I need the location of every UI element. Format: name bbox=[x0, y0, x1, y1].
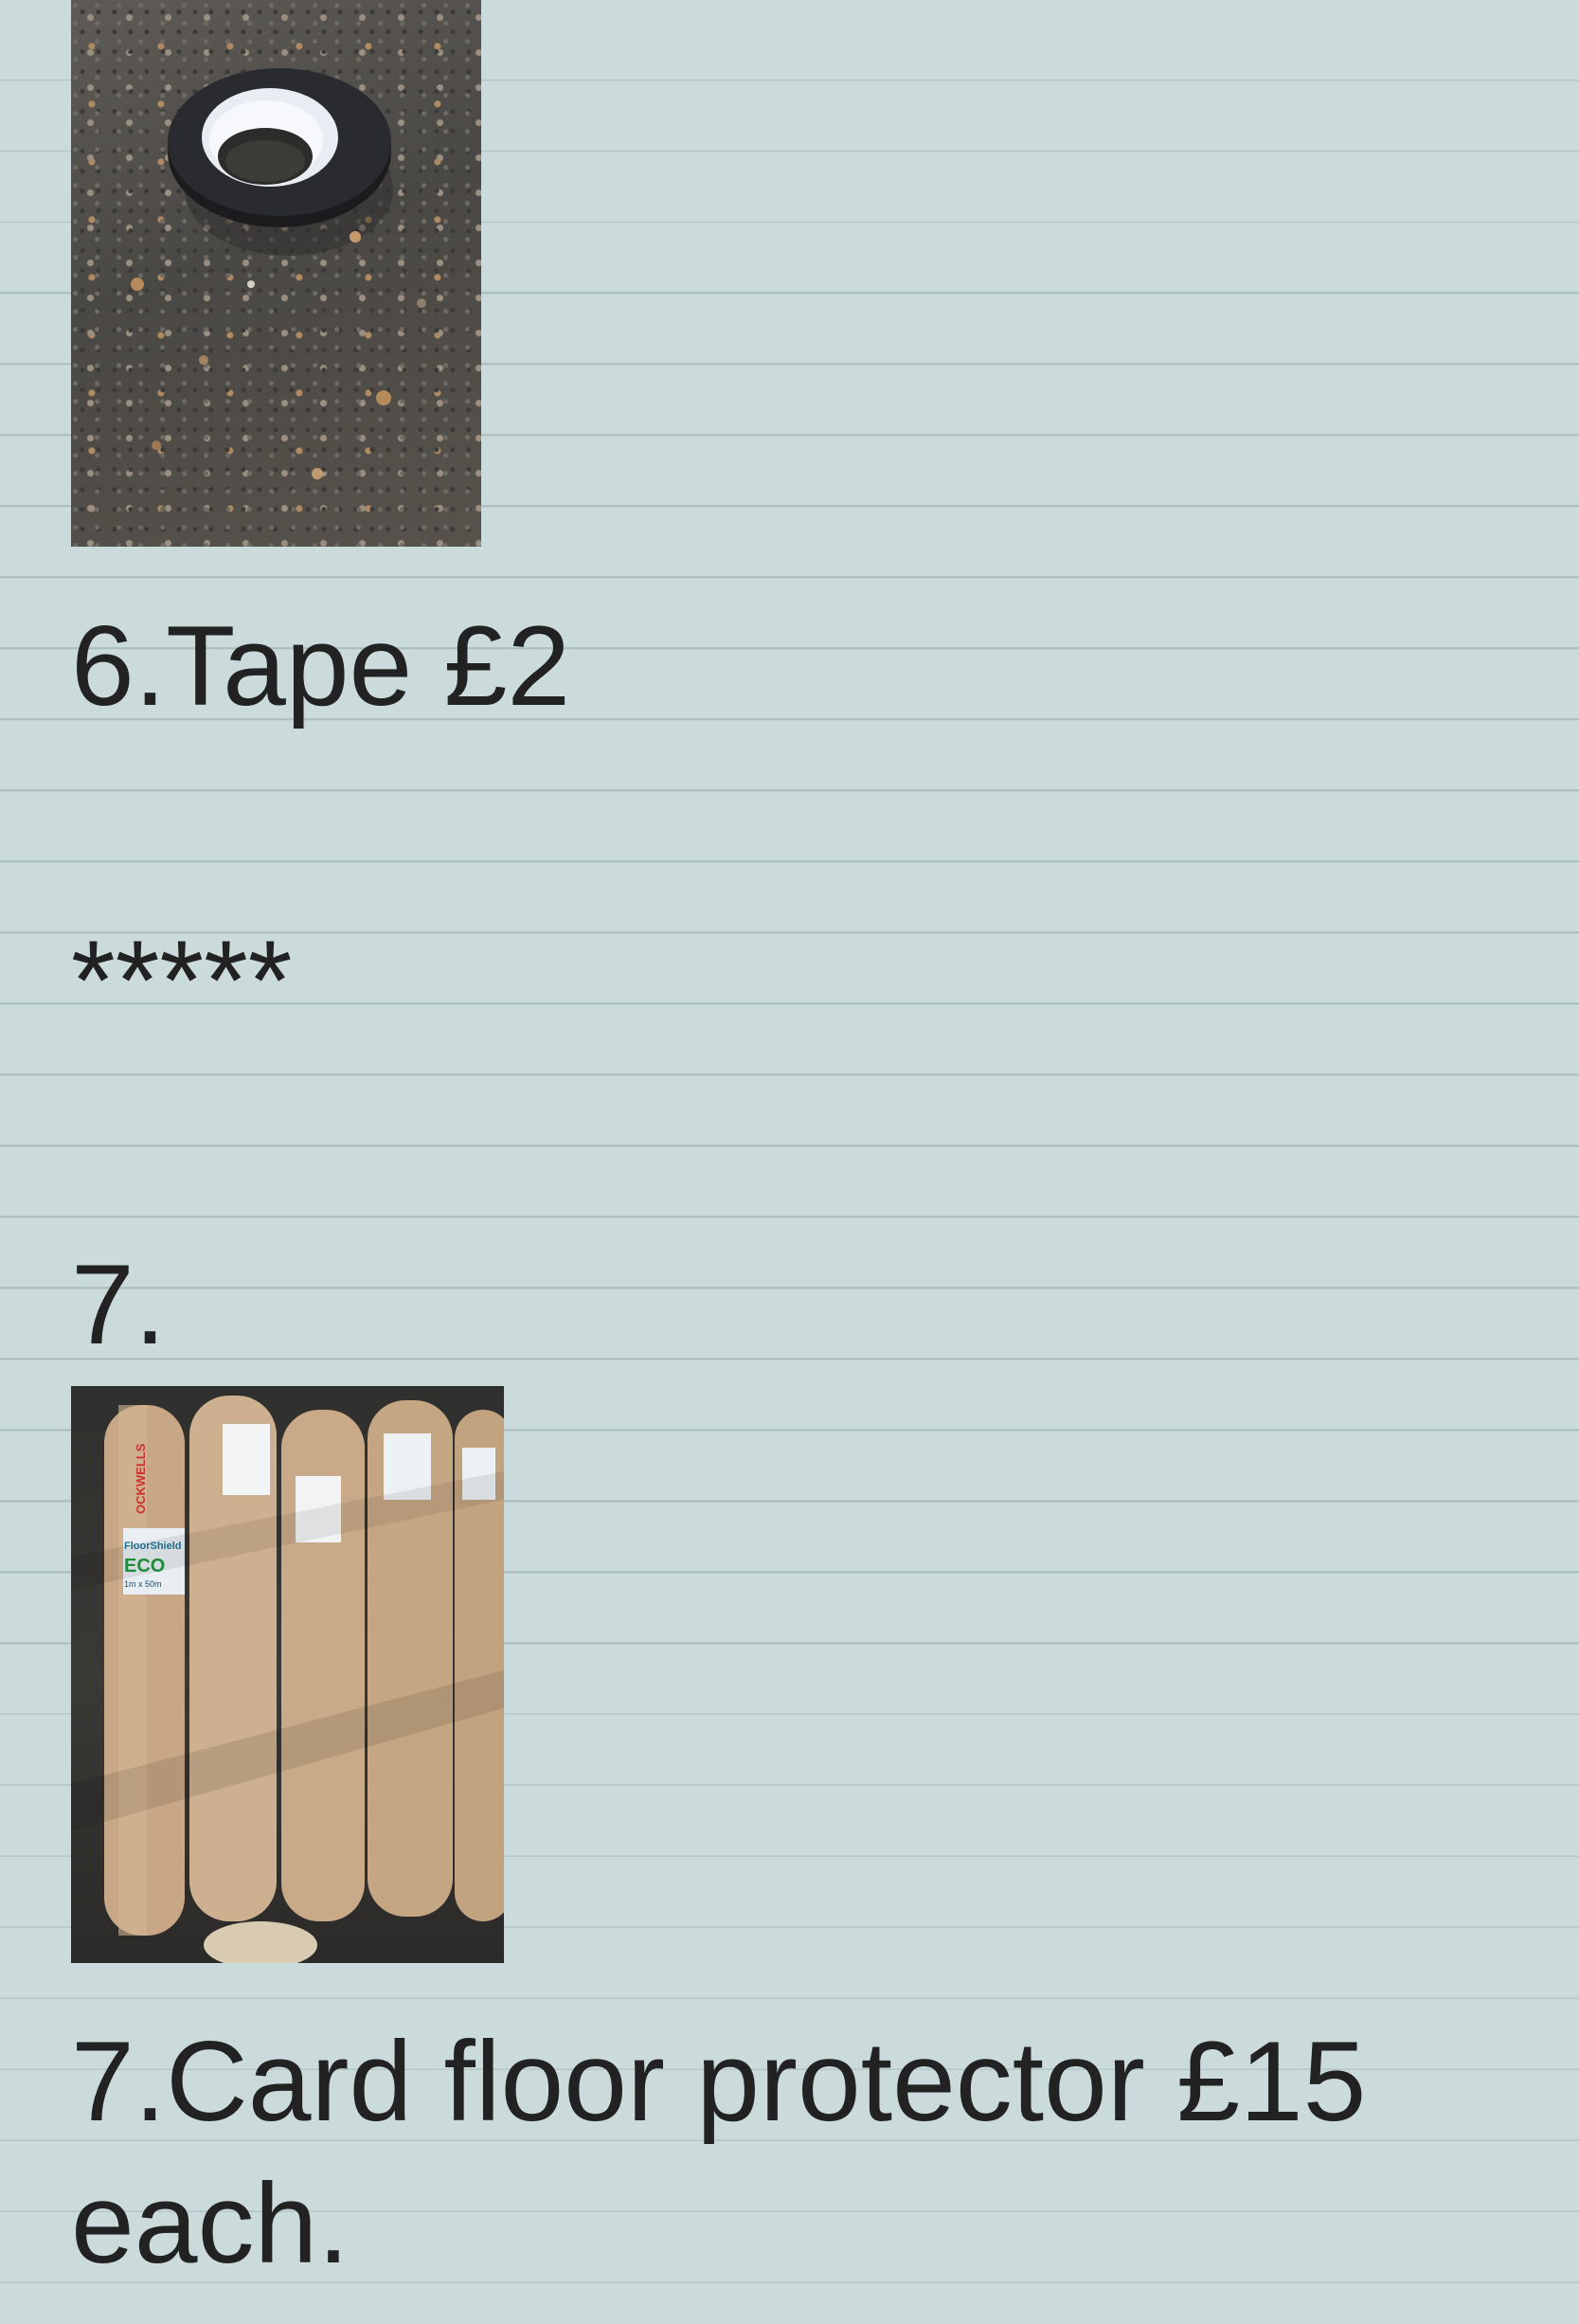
item-7-number: 7. bbox=[71, 1241, 167, 1368]
separator-stars: ***** bbox=[71, 917, 293, 1044]
roll-size-label: 1m x 50m bbox=[124, 1579, 162, 1589]
item-7-caption-line2: each. bbox=[71, 2160, 350, 2287]
floor-protector-rolls-photo[interactable]: OCKWELLS FloorShield ECO 1m x 50m bbox=[71, 1386, 504, 1963]
tape-roll-illustration bbox=[131, 68, 426, 479]
note-page: 6.Tape £2 ***** 7. OCKWELLS FloorShield … bbox=[0, 0, 1579, 2324]
roll-product-label: FloorShield bbox=[124, 1540, 182, 1552]
roll-variant-label: ECO bbox=[124, 1556, 165, 1576]
rolls-illustration: OCKWELLS FloorShield ECO 1m x 50m bbox=[71, 1396, 504, 1963]
tape-roll-photo[interactable] bbox=[71, 0, 481, 547]
item-7-caption-line1: 7.Card floor protector £15 bbox=[71, 2018, 1367, 2145]
item-6-caption: 6.Tape £2 bbox=[71, 603, 571, 730]
roll-brand-label: OCKWELLS bbox=[134, 1443, 148, 1514]
